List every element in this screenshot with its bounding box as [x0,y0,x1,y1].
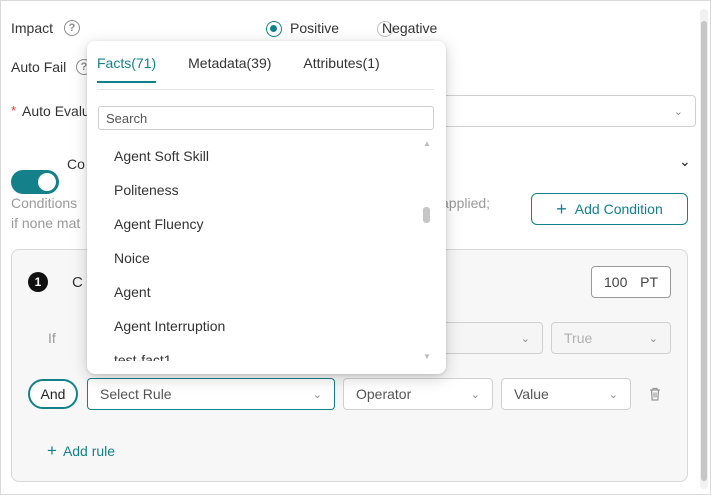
dropdown-search-input[interactable] [98,106,434,130]
rule-dropdown-popup: Facts(71) Metadata(39) Attributes(1) Age… [87,41,446,374]
page-scrollbar-thumb[interactable] [701,21,707,481]
radio-positive[interactable] [266,21,282,38]
tab-metadata[interactable]: Metadata(39) [188,55,271,83]
auto-evaluate-label: Auto Evalu [22,103,90,119]
auto-evaluate-select[interactable]: ⌄ [431,95,696,127]
chevron-down-icon: ⌄ [520,332,530,345]
option-list-scroll-thumb[interactable] [423,207,430,223]
add-rule-button[interactable]: + Add rule [47,442,115,459]
and-label: And [40,386,66,402]
rule-config-panel: Impact ? Positive Negative Auto Fail ? *… [0,0,711,495]
condition-number-badge: 1 [28,272,48,292]
value-placeholder: Value [514,386,549,402]
option-list-scrollbar[interactable]: ▲ ▼ [422,139,432,361]
tab-facts[interactable]: Facts(71) [97,55,157,83]
impact-label: Impact [11,20,54,36]
required-mark: * [11,103,17,118]
plus-icon: + [47,441,57,460]
add-condition-button[interactable]: + Add Condition [531,193,688,225]
if-operator-select: ⌄ [431,322,543,354]
list-item[interactable]: Agent Soft Skill [87,139,417,173]
tab-attributes[interactable]: Attributes(1) [303,55,379,83]
operator-placeholder: Operator [356,386,412,402]
conditions-help-text-right: applied; [441,195,491,211]
if-value: True [564,330,593,346]
chevron-down-icon: ⌄ [608,388,618,401]
if-label: If [48,330,56,346]
condition-title: C [72,274,83,291]
select-rule-placeholder: Select Rule [100,386,172,402]
dropdown-tabs: Facts(71) Metadata(39) Attributes(1) [97,55,380,83]
conditional-toggle-label: Co [67,156,85,172]
plus-icon: + [556,199,567,219]
points-input[interactable]: 100 PT [591,266,671,298]
list-item[interactable]: Politeness [87,173,417,207]
auto-fail-label: Auto Fail [11,59,67,75]
list-item[interactable]: Agent [87,275,417,309]
chevron-down-icon: ⌄ [470,388,480,401]
add-condition-label: Add Condition [574,201,663,217]
conditions-help-text-line2: if none mat [11,215,81,231]
if-value-select: True ⌄ [551,322,671,354]
value-select[interactable]: Value ⌄ [501,378,631,410]
and-toggle[interactable]: And [28,379,78,409]
scroll-up-icon[interactable]: ▲ [422,139,432,148]
list-item[interactable]: Agent Fluency [87,207,417,241]
chevron-down-icon: ⌄ [312,388,322,401]
option-list: Agent Soft Skill Politeness Agent Fluenc… [87,139,417,361]
add-rule-label: Add rule [62,442,116,459]
list-item[interactable]: Agent Interruption [87,309,417,343]
tab-divider [97,89,434,90]
trash-icon[interactable] [647,386,663,402]
select-rule-dropdown[interactable]: Select Rule ⌄ [87,378,335,410]
chevron-down-icon: ⌄ [673,105,683,118]
conditional-toggle[interactable] [11,170,59,195]
conditions-help-text: Conditions [11,195,78,211]
list-item[interactable]: Noice [87,241,417,275]
radio-negative-label: Negative [382,20,438,36]
chevron-down-icon: ⌄ [648,332,658,345]
operator-select[interactable]: Operator ⌄ [343,378,493,410]
list-item[interactable]: test-fact1 [87,343,417,361]
collapse-chevron-icon[interactable]: ⌄ [679,153,691,170]
points-value: 100 [604,274,628,290]
radio-positive-label: Positive [290,20,340,36]
scroll-down-icon[interactable]: ▼ [422,352,432,361]
help-icon[interactable]: ? [64,20,80,36]
points-unit: PT [640,274,658,290]
